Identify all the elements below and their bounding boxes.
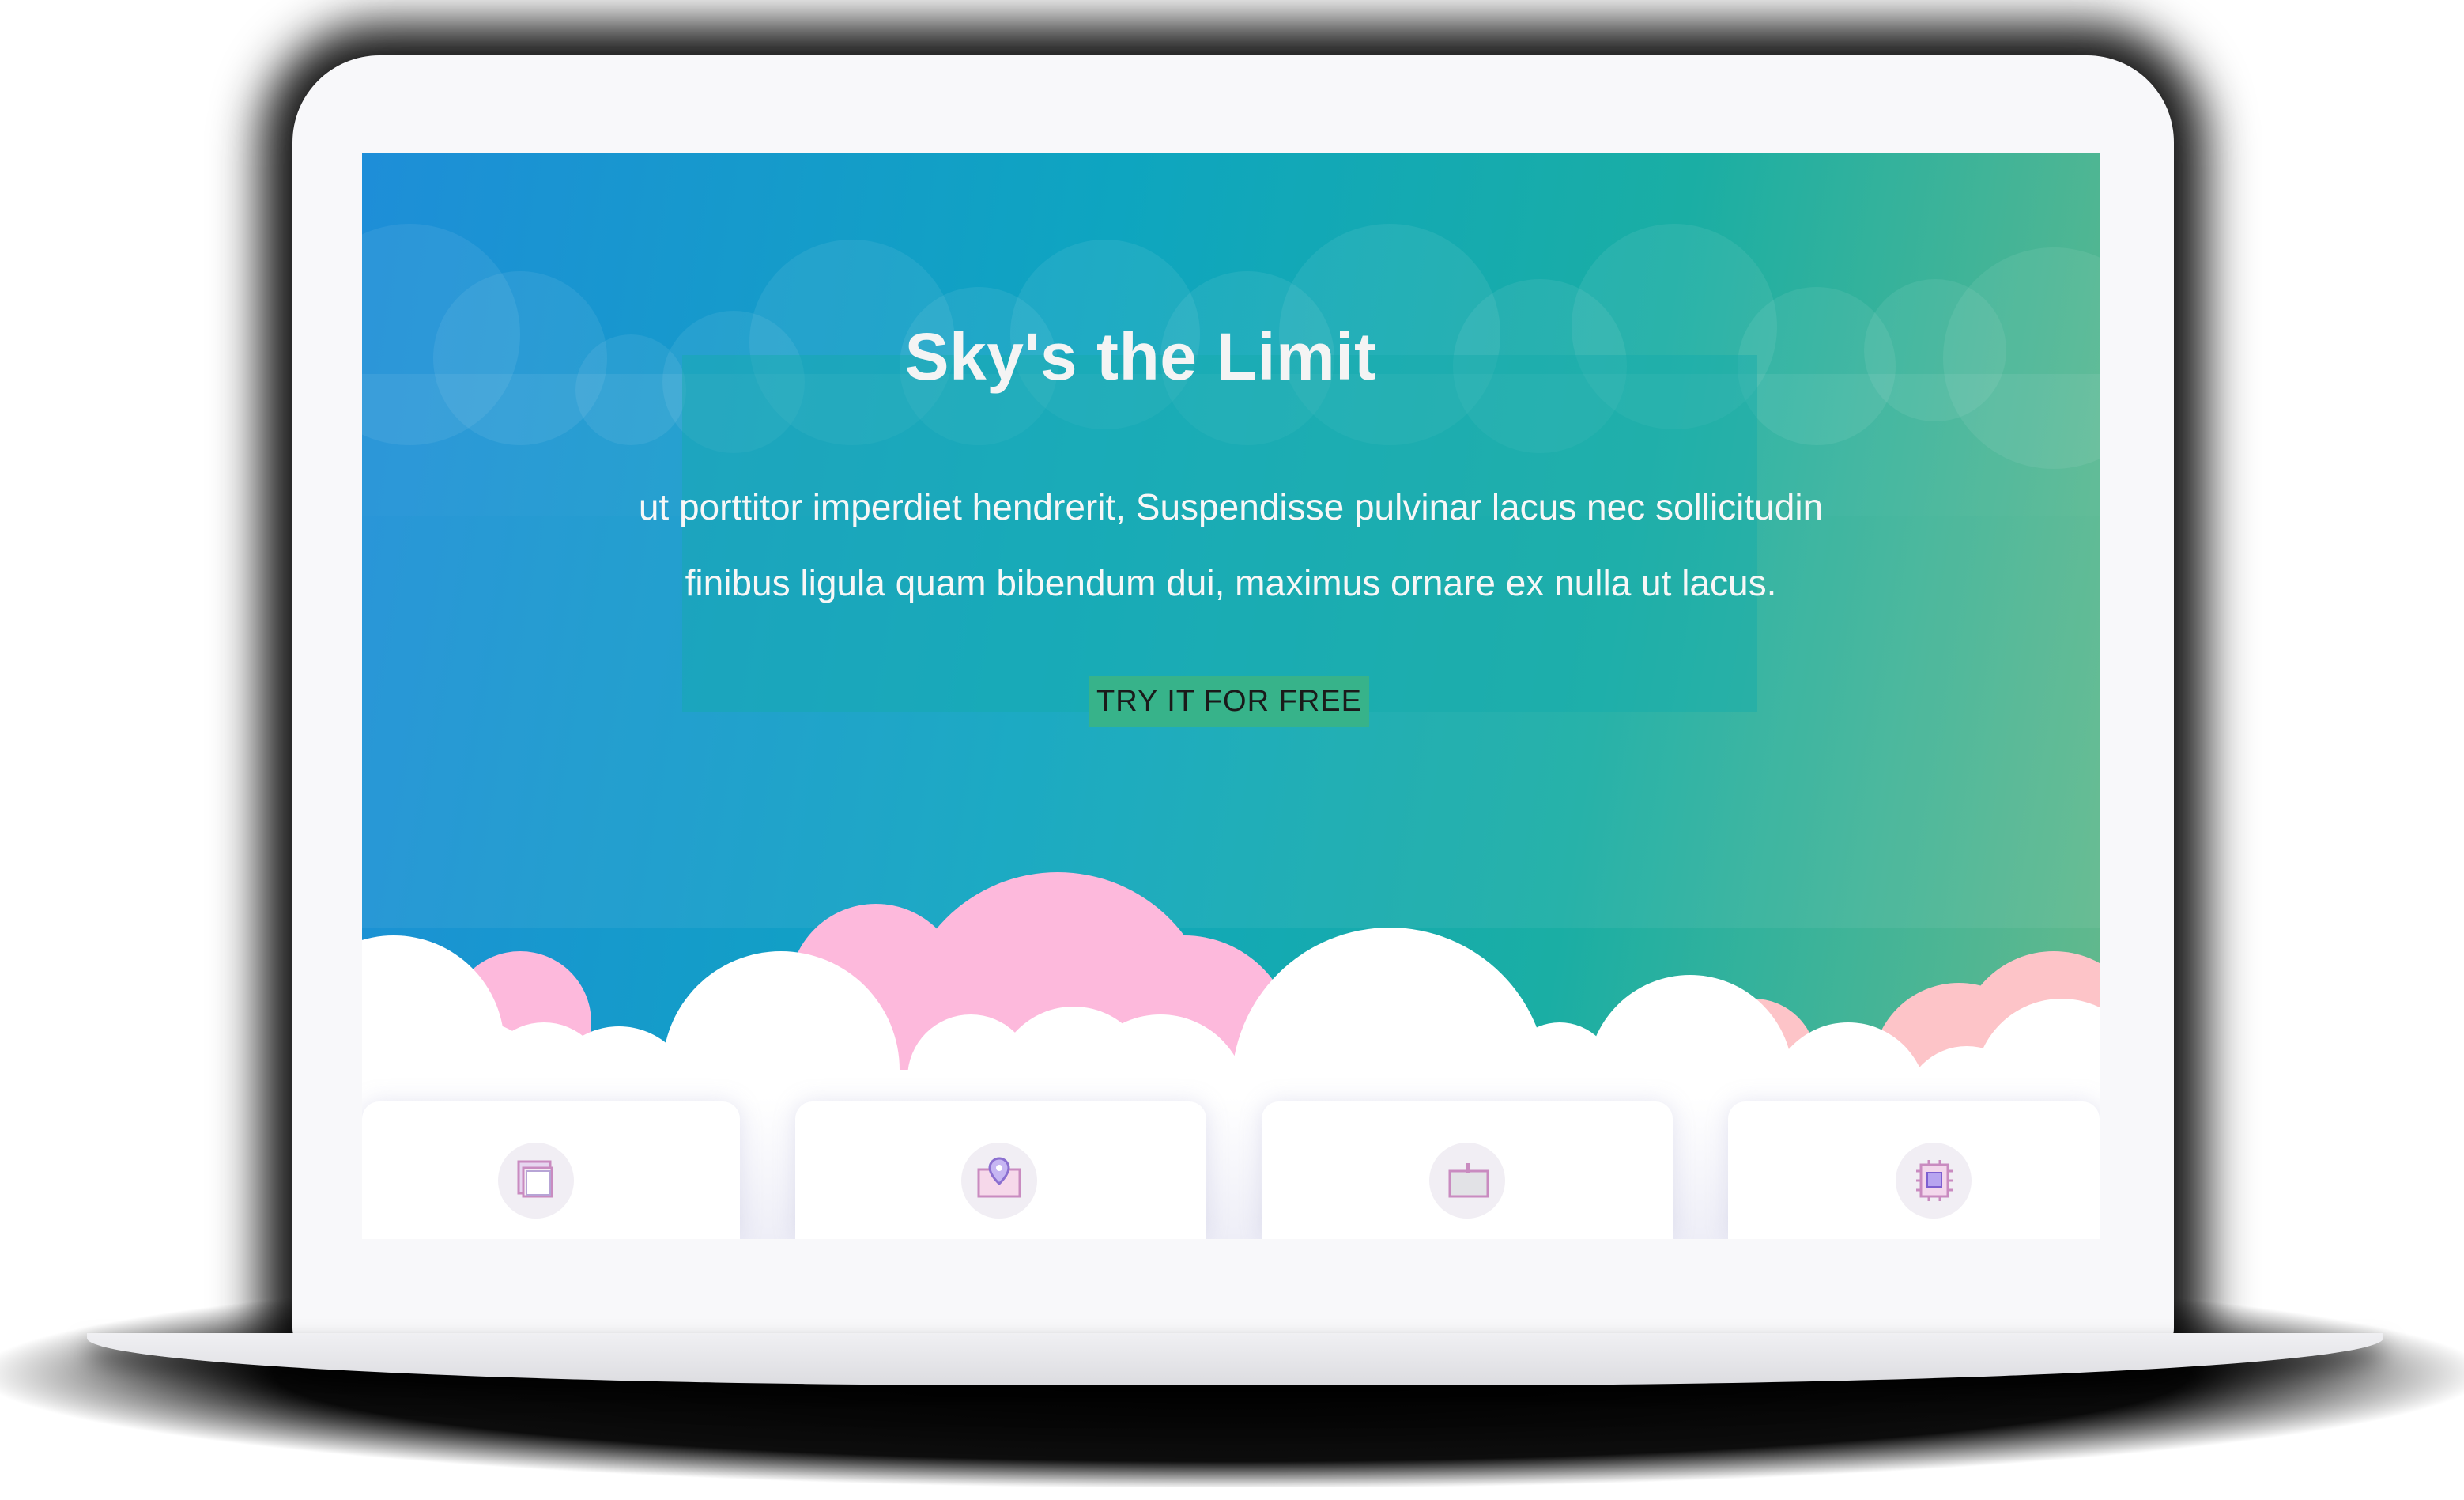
feature-card[interactable] [1262,1101,1673,1239]
feature-card[interactable] [362,1101,740,1239]
feature-card[interactable] [795,1101,1206,1239]
foreground-clouds [362,872,2100,1109]
layers-icon [498,1143,574,1219]
cpu-chip-icon [1896,1143,1972,1219]
browser-window-icon [1429,1143,1505,1219]
hero-section: Sky's the Limit ut porttitor imperdiet h… [362,153,2100,1109]
feature-card[interactable] [1728,1101,2100,1239]
laptop-screen: Sky's the Limit ut porttitor imperdiet h… [362,153,2100,1239]
location-pin-icon [961,1143,1037,1219]
